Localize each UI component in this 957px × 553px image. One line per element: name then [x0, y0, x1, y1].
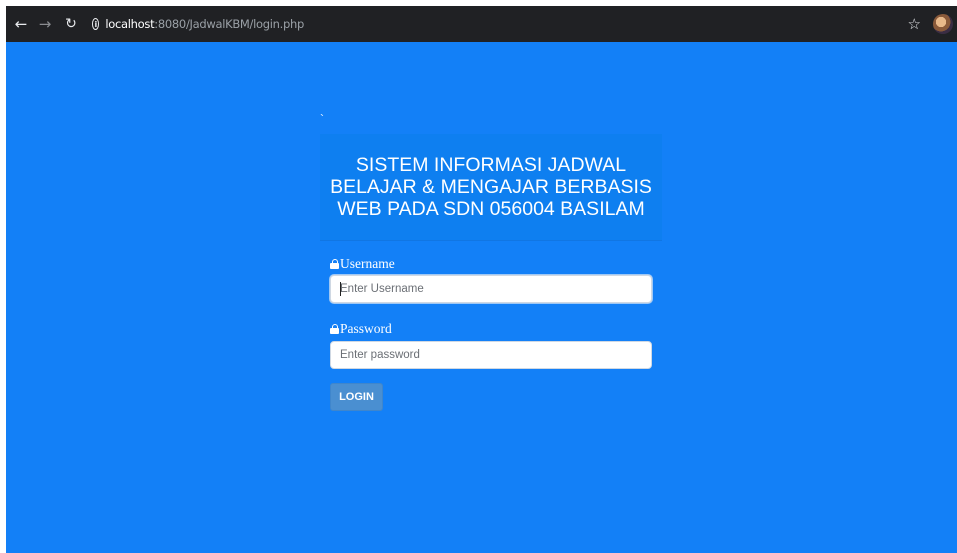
- forward-arrow-icon[interactable]: →: [34, 13, 56, 35]
- text-caret: [340, 282, 341, 296]
- bookmark-star-icon[interactable]: ☆: [908, 15, 921, 33]
- browser-window: ← → ↻ i localhost:8080/JadwalKBM/login.p…: [6, 6, 957, 553]
- url-host: localhost: [105, 17, 155, 31]
- username-input[interactable]: [330, 275, 652, 303]
- lock-icon: [330, 324, 339, 334]
- password-label-text: Password: [340, 321, 392, 336]
- password-input[interactable]: [330, 341, 652, 369]
- title-panel: SISTEM INFORMASI JADWAL BELAJAR & MENGAJ…: [320, 134, 662, 240]
- profile-avatar[interactable]: [933, 14, 953, 34]
- info-icon[interactable]: i: [92, 18, 100, 30]
- password-label: Password: [330, 321, 392, 337]
- lock-icon: [330, 259, 339, 269]
- reload-icon[interactable]: ↻: [60, 13, 82, 35]
- stray-character: `: [320, 112, 324, 126]
- url-path: :8080/JadwalKBM/login.php: [154, 17, 304, 31]
- toolbar-right: ☆: [908, 6, 953, 42]
- back-arrow-icon[interactable]: ←: [10, 13, 32, 35]
- page-title: SISTEM INFORMASI JADWAL BELAJAR & MENGAJ…: [330, 154, 652, 220]
- login-button[interactable]: LOGIN: [330, 383, 383, 411]
- username-label-text: Username: [340, 256, 395, 271]
- browser-toolbar: ← → ↻ i localhost:8080/JadwalKBM/login.p…: [6, 6, 957, 42]
- address-bar[interactable]: i localhost:8080/JadwalKBM/login.php: [92, 12, 304, 36]
- username-label: Username: [330, 256, 395, 272]
